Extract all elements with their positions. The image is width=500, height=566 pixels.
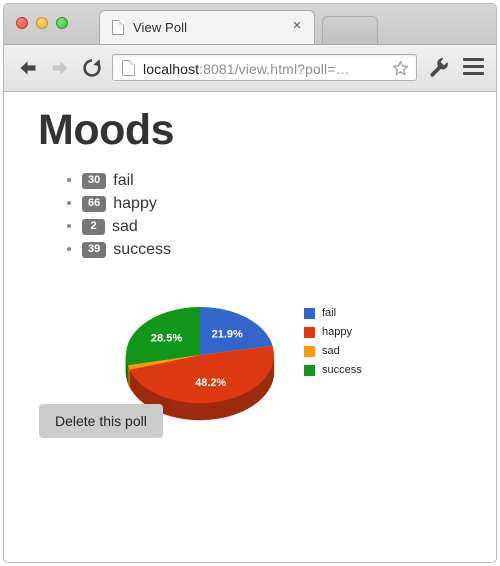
option-label: fail	[113, 172, 134, 190]
poll-results-list: 30 fail 66 happy 2 sad 39 success	[64, 168, 171, 260]
tab-view-poll[interactable]: View Poll ×	[99, 10, 315, 44]
legend-item-happy: happy	[304, 323, 362, 341]
legend-item-success: success	[304, 361, 362, 379]
address-bar[interactable]: localhost:8081/view.html?poll=…	[112, 54, 417, 81]
tab-new-inactive[interactable]	[322, 16, 378, 44]
url-path: :8081/view.html?poll=…	[199, 61, 350, 77]
option-label: sad	[112, 218, 138, 236]
tab-title: View Poll	[133, 20, 188, 35]
legend-item-sad: sad	[304, 342, 362, 360]
legend-label: fail	[322, 307, 337, 319]
legend-label: success	[322, 364, 362, 376]
wrench-icon[interactable]	[429, 57, 449, 79]
status-badge: 2	[82, 218, 105, 235]
option-label: happy	[113, 195, 157, 213]
hamburger-menu-icon[interactable]	[463, 57, 484, 77]
browser-toolbar: localhost:8081/view.html?poll=…	[4, 45, 496, 92]
zoom-window-button[interactable]	[56, 17, 68, 29]
option-label: success	[113, 241, 172, 259]
page-info-icon	[122, 60, 135, 76]
list-item: 2 sad	[82, 214, 171, 237]
legend-swatch	[304, 307, 315, 319]
page-content: Moods 30 fail 66 happy 2 sad 39 success 21.9…	[4, 92, 496, 562]
delete-poll-button[interactable]: Delete this poll	[39, 404, 163, 438]
bookmark-star-icon[interactable]	[392, 60, 409, 77]
url-host: localhost	[143, 61, 200, 77]
legend-swatch	[304, 326, 315, 338]
reload-icon[interactable]	[80, 56, 104, 80]
browser-window: View Poll × localhost:8081/view.html?pol…	[3, 3, 497, 563]
window-controls	[16, 17, 68, 29]
forward-arrow-icon	[48, 56, 72, 80]
pie-slice-label: 28.5%	[151, 333, 182, 345]
address-bar-url: localhost:8081/view.html?poll=…	[143, 60, 350, 78]
list-item: 30 fail	[82, 168, 171, 191]
close-icon[interactable]: ×	[290, 18, 304, 33]
page-title: Moods	[38, 106, 175, 154]
status-badge: 30	[82, 172, 107, 189]
chart-legend: fail happy sad success	[304, 304, 362, 380]
minimize-window-button[interactable]	[36, 17, 48, 29]
legend-label: sad	[322, 345, 340, 357]
legend-label: happy	[322, 326, 352, 338]
legend-swatch	[304, 364, 315, 376]
page-icon	[112, 20, 124, 35]
legend-item-fail: fail	[304, 304, 362, 322]
pie-slice-label: 21.9%	[212, 328, 243, 340]
list-item: 39 success	[82, 237, 171, 260]
status-badge: 39	[82, 241, 107, 258]
close-window-button[interactable]	[16, 17, 28, 29]
legend-swatch	[304, 345, 315, 357]
status-badge: 66	[82, 195, 107, 212]
list-item: 66 happy	[82, 191, 171, 214]
tab-strip: View Poll ×	[4, 4, 496, 45]
pie-slice-label: 48.2%	[195, 377, 226, 389]
back-arrow-icon[interactable]	[16, 56, 40, 80]
